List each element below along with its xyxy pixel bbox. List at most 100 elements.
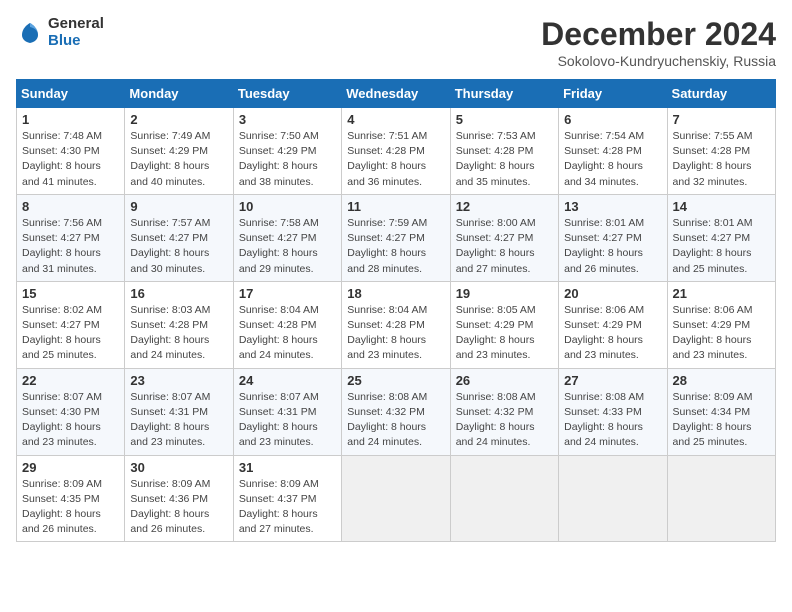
day-number: 30 [130, 460, 227, 475]
day-detail: Sunrise: 7:48 AMSunset: 4:30 PMDaylight:… [22, 129, 119, 190]
day-number: 8 [22, 199, 119, 214]
day-detail: Sunrise: 7:54 AMSunset: 4:28 PMDaylight:… [564, 129, 661, 190]
day-number: 22 [22, 373, 119, 388]
calendar-cell [450, 455, 558, 542]
calendar-cell: 24 Sunrise: 8:07 AMSunset: 4:31 PMDayligh… [233, 368, 341, 455]
day-number: 10 [239, 199, 336, 214]
day-detail: Sunrise: 8:07 AMSunset: 4:31 PMDaylight:… [130, 390, 227, 451]
calendar-cell: 15 Sunrise: 8:02 AMSunset: 4:27 PMDayligh… [17, 281, 125, 368]
calendar-cell: 27 Sunrise: 8:08 AMSunset: 4:33 PMDayligh… [559, 368, 667, 455]
calendar-cell [342, 455, 450, 542]
day-number: 3 [239, 112, 336, 127]
day-detail: Sunrise: 8:06 AMSunset: 4:29 PMDaylight:… [673, 303, 770, 364]
day-detail: Sunrise: 8:09 AMSunset: 4:37 PMDaylight:… [239, 477, 336, 538]
calendar-cell: 22 Sunrise: 8:07 AMSunset: 4:30 PMDayligh… [17, 368, 125, 455]
day-number: 26 [456, 373, 553, 388]
day-number: 14 [673, 199, 770, 214]
calendar-cell: 30 Sunrise: 8:09 AMSunset: 4:36 PMDayligh… [125, 455, 233, 542]
day-detail: Sunrise: 8:09 AMSunset: 4:36 PMDaylight:… [130, 477, 227, 538]
day-number: 24 [239, 373, 336, 388]
day-number: 11 [347, 199, 444, 214]
calendar-cell: 3 Sunrise: 7:50 AMSunset: 4:29 PMDaylight… [233, 108, 341, 195]
calendar-cell: 9 Sunrise: 7:57 AMSunset: 4:27 PMDaylight… [125, 194, 233, 281]
week-row-4: 22 Sunrise: 8:07 AMSunset: 4:30 PMDayligh… [17, 368, 776, 455]
day-number: 27 [564, 373, 661, 388]
calendar-cell: 25 Sunrise: 8:08 AMSunset: 4:32 PMDayligh… [342, 368, 450, 455]
day-number: 13 [564, 199, 661, 214]
day-number: 5 [456, 112, 553, 127]
day-number: 9 [130, 199, 227, 214]
calendar-cell [559, 455, 667, 542]
calendar-cell: 6 Sunrise: 7:54 AMSunset: 4:28 PMDaylight… [559, 108, 667, 195]
calendar-cell: 8 Sunrise: 7:56 AMSunset: 4:27 PMDaylight… [17, 194, 125, 281]
calendar-cell: 10 Sunrise: 7:58 AMSunset: 4:27 PMDayligh… [233, 194, 341, 281]
day-detail: Sunrise: 8:02 AMSunset: 4:27 PMDaylight:… [22, 303, 119, 364]
day-detail: Sunrise: 8:01 AMSunset: 4:27 PMDaylight:… [564, 216, 661, 277]
calendar-cell: 21 Sunrise: 8:06 AMSunset: 4:29 PMDayligh… [667, 281, 775, 368]
day-detail: Sunrise: 8:07 AMSunset: 4:30 PMDaylight:… [22, 390, 119, 451]
calendar-cell: 2Sunrise: 7:49 AMSunset: 4:29 PMDaylight… [125, 108, 233, 195]
header-thursday: Thursday [450, 80, 558, 108]
calendar-cell: 11 Sunrise: 7:59 AMSunset: 4:27 PMDayligh… [342, 194, 450, 281]
calendar-cell: 17 Sunrise: 8:04 AMSunset: 4:28 PMDayligh… [233, 281, 341, 368]
day-number: 31 [239, 460, 336, 475]
day-detail: Sunrise: 7:51 AMSunset: 4:28 PMDaylight:… [347, 129, 444, 190]
header-saturday: Saturday [667, 80, 775, 108]
day-detail: Sunrise: 8:06 AMSunset: 4:29 PMDaylight:… [564, 303, 661, 364]
day-number: 21 [673, 286, 770, 301]
day-number: 7 [673, 112, 770, 127]
calendar-cell: 14 Sunrise: 8:01 AMSunset: 4:27 PMDayligh… [667, 194, 775, 281]
day-number: 17 [239, 286, 336, 301]
day-detail: Sunrise: 7:59 AMSunset: 4:27 PMDaylight:… [347, 216, 444, 277]
page-header: General Blue December 2024 Sokolovo-Kund… [16, 16, 776, 69]
day-detail: Sunrise: 8:00 AMSunset: 4:27 PMDaylight:… [456, 216, 553, 277]
day-detail: Sunrise: 7:56 AMSunset: 4:27 PMDaylight:… [22, 216, 119, 277]
day-number: 18 [347, 286, 444, 301]
calendar-cell [667, 455, 775, 542]
day-detail: Sunrise: 8:04 AMSunset: 4:28 PMDaylight:… [347, 303, 444, 364]
day-detail: Sunrise: 8:07 AMSunset: 4:31 PMDaylight:… [239, 390, 336, 451]
day-detail: Sunrise: 8:01 AMSunset: 4:27 PMDaylight:… [673, 216, 770, 277]
day-number: 25 [347, 373, 444, 388]
day-detail: Sunrise: 8:08 AMSunset: 4:32 PMDaylight:… [347, 390, 444, 451]
day-detail: Sunrise: 8:08 AMSunset: 4:33 PMDaylight:… [564, 390, 661, 451]
logo: General Blue [16, 16, 104, 49]
header-wednesday: Wednesday [342, 80, 450, 108]
day-number: 23 [130, 373, 227, 388]
day-detail: Sunrise: 8:09 AMSunset: 4:35 PMDaylight:… [22, 477, 119, 538]
header-monday: Monday [125, 80, 233, 108]
day-number: 15 [22, 286, 119, 301]
day-detail: Sunrise: 7:58 AMSunset: 4:27 PMDaylight:… [239, 216, 336, 277]
calendar-cell: 1 Sunrise: 7:48 AMSunset: 4:30 PMDaylight… [17, 108, 125, 195]
day-number: 4 [347, 112, 444, 127]
day-number: 12 [456, 199, 553, 214]
day-detail: Sunrise: 7:50 AMSunset: 4:29 PMDaylight:… [239, 129, 336, 190]
day-number: 19 [456, 286, 553, 301]
day-detail: Sunrise: 8:04 AMSunset: 4:28 PMDaylight:… [239, 303, 336, 364]
logo-blue: Blue [48, 33, 104, 50]
day-number: 28 [673, 373, 770, 388]
calendar-cell: 5Sunrise: 7:53 AMSunset: 4:28 PMDaylight… [450, 108, 558, 195]
calendar-cell: 16Sunrise: 8:03 AMSunset: 4:28 PMDayligh… [125, 281, 233, 368]
location-subtitle: Sokolovo-Kundryuchenskiy, Russia [541, 53, 776, 69]
day-detail: Sunrise: 7:55 AMSunset: 4:28 PMDaylight:… [673, 129, 770, 190]
day-number: 2 [130, 112, 227, 127]
header-friday: Friday [559, 80, 667, 108]
day-number: 16 [130, 286, 227, 301]
calendar-cell: 13 Sunrise: 8:01 AMSunset: 4:27 PMDayligh… [559, 194, 667, 281]
calendar-cell: 23 Sunrise: 8:07 AMSunset: 4:31 PMDayligh… [125, 368, 233, 455]
logo-icon [16, 19, 44, 47]
day-number: 1 [22, 112, 119, 127]
day-number: 20 [564, 286, 661, 301]
week-row-1: 1 Sunrise: 7:48 AMSunset: 4:30 PMDaylight… [17, 108, 776, 195]
calendar-cell: 7 Sunrise: 7:55 AMSunset: 4:28 PMDaylight… [667, 108, 775, 195]
calendar-cell: 28Sunrise: 8:09 AMSunset: 4:34 PMDayligh… [667, 368, 775, 455]
calendar-table: SundayMondayTuesdayWednesdayThursdayFrid… [16, 79, 776, 542]
week-row-3: 15 Sunrise: 8:02 AMSunset: 4:27 PMDayligh… [17, 281, 776, 368]
day-number: 6 [564, 112, 661, 127]
calendar-cell: 20 Sunrise: 8:06 AMSunset: 4:29 PMDayligh… [559, 281, 667, 368]
logo-text: General Blue [48, 16, 104, 49]
day-detail: Sunrise: 7:57 AMSunset: 4:27 PMDaylight:… [130, 216, 227, 277]
logo-general: General [48, 16, 104, 33]
day-detail: Sunrise: 8:08 AMSunset: 4:32 PMDaylight:… [456, 390, 553, 451]
